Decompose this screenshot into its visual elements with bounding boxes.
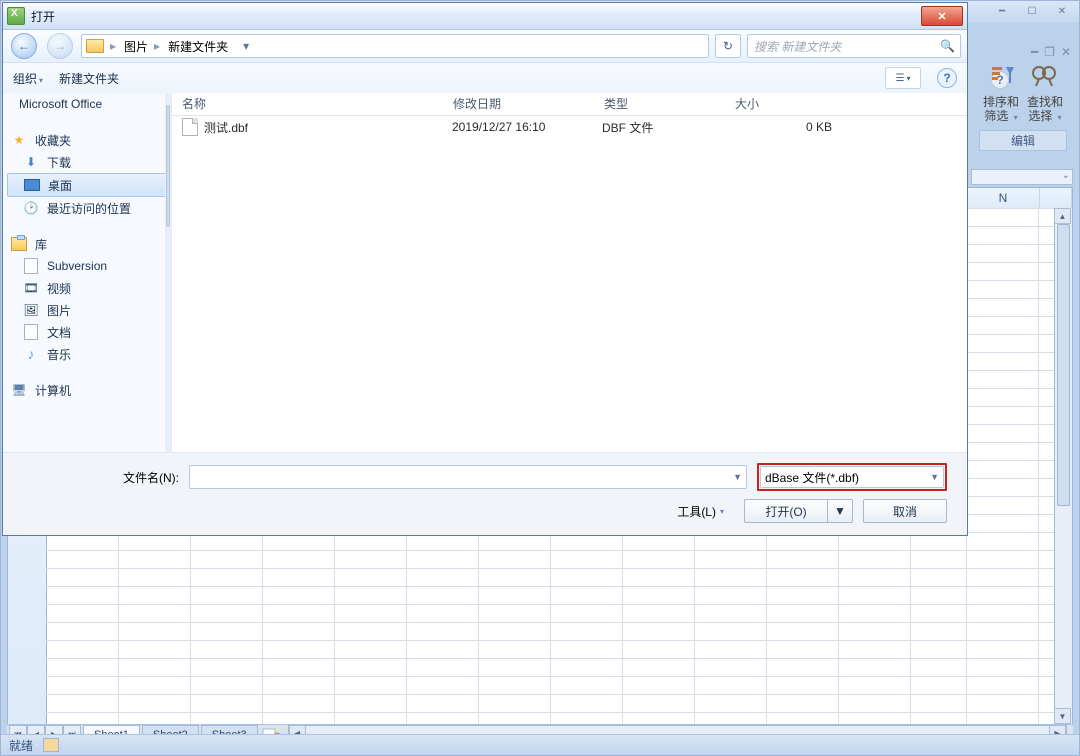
address-bar[interactable]: ▸ 图片▸ 新建文件夹 ▾ <box>81 34 709 58</box>
open-dialog: 打开 ✕ ← → ▸ 图片▸ 新建文件夹 ▾ ↻ 搜索 新建文件夹 🔍 组织▾ … <box>2 2 968 536</box>
doc-close-icon[interactable]: ✕ <box>1061 45 1071 59</box>
file-size: 0 KB <box>722 120 842 134</box>
dialog-title-text: 打开 <box>31 8 55 25</box>
video-icon: 🎞 <box>23 281 39 295</box>
dialog-close-button[interactable]: ✕ <box>921 6 963 26</box>
pictures-icon: 🖼 <box>23 303 39 317</box>
organize-button[interactable]: 组织▾ <box>13 70 43 87</box>
documents-icon <box>23 325 39 339</box>
nav-documents[interactable]: 文档 <box>3 321 171 343</box>
formula-bar-fragment[interactable]: ⌄ <box>971 169 1073 185</box>
col-date[interactable]: 修改日期 <box>443 93 594 115</box>
file-icon <box>182 118 198 136</box>
open-button[interactable]: 打开(O) ▼ <box>744 499 853 523</box>
address-dropdown-icon[interactable]: ▾ <box>236 39 256 53</box>
nav-music[interactable]: ♪音乐 <box>3 343 171 365</box>
file-name: 测试.dbf <box>204 119 248 136</box>
col-type[interactable]: 类型 <box>594 93 725 115</box>
nav-computer[interactable]: 🖥计算机 <box>3 379 171 401</box>
filetype-highlight: dBase 文件(*.dbf)▼ <box>757 463 947 491</box>
search-input[interactable]: 搜索 新建文件夹 🔍 <box>747 34 961 58</box>
star-icon: ★ <box>11 133 27 147</box>
ribbon-editing-group: 排序和 筛选 ▾ 查找和 选择 ▾ 编辑 <box>975 63 1071 151</box>
filetype-filter[interactable]: dBase 文件(*.dbf)▼ <box>760 466 944 488</box>
music-icon: ♪ <box>23 347 39 361</box>
library-icon <box>11 237 27 251</box>
tools-menu[interactable]: 工具(L)▾ <box>677 503 724 520</box>
search-icon: 🔍 <box>940 39 954 53</box>
file-row[interactable]: 测试.dbf 2019/12/27 16:10 DBF 文件 0 KB <box>172 116 967 138</box>
dialog-nav-bar: ← → ▸ 图片▸ 新建文件夹 ▾ ↻ 搜索 新建文件夹 🔍 <box>3 30 967 63</box>
nav-desktop[interactable]: 桌面 <box>7 173 167 197</box>
find-select-label[interactable]: 查找和 选择 ▾ <box>1024 95 1066 124</box>
dialog-titlebar[interactable]: 打开 ✕ <box>3 3 967 30</box>
vertical-scrollbar[interactable]: ▲ ▼ <box>1054 208 1072 724</box>
file-date: 2019/12/27 16:10 <box>442 120 592 134</box>
download-icon: ⬇ <box>23 155 39 169</box>
excel-min-button[interactable]: ━ <box>989 3 1015 20</box>
cancel-button[interactable]: 取消 <box>863 499 947 523</box>
nav-downloads[interactable]: ⬇下载 <box>3 151 171 173</box>
recent-icon: 🕑 <box>23 201 39 215</box>
excel-close-button[interactable]: ✕ <box>1049 3 1075 20</box>
search-placeholder: 搜索 新建文件夹 <box>754 38 841 55</box>
file-type: DBF 文件 <box>592 119 722 136</box>
dialog-footer: 文件名(N): ▼ dBase 文件(*.dbf)▼ 工具(L)▾ 打开(O) … <box>3 452 967 535</box>
nav-scrollbar[interactable] <box>165 93 171 453</box>
sort-filter-label[interactable]: 排序和 筛选 ▾ <box>980 95 1022 124</box>
find-select-icon[interactable] <box>1029 63 1057 91</box>
doc-restore-icon[interactable]: ❐ <box>1044 45 1055 59</box>
nav-fwd-button[interactable]: → <box>45 32 75 60</box>
vscroll-thumb[interactable] <box>1057 224 1070 506</box>
status-ready: 就绪 <box>9 737 33 754</box>
nav-libraries[interactable]: 库 <box>3 233 171 255</box>
svn-icon <box>23 259 39 273</box>
nav-pictures[interactable]: 🖼图片 <box>3 299 171 321</box>
file-columns[interactable]: 名称 修改日期 类型 大小 <box>172 93 967 116</box>
nav-videos[interactable]: 🎞视频 <box>3 277 171 299</box>
macro-record-icon[interactable] <box>43 738 59 752</box>
ribbon-group-label: 编辑 <box>979 130 1067 151</box>
excel-status-bar: 就绪 <box>1 734 1079 755</box>
nav-favorites[interactable]: ★收藏夹 <box>3 129 171 151</box>
nav-office[interactable]: Microsoft Office <box>3 93 171 115</box>
nav-tree[interactable]: Microsoft Office ★收藏夹 ⬇下载 桌面 🕑最近访问的位置 库 … <box>3 93 172 453</box>
scroll-up-icon[interactable]: ▲ <box>1054 208 1071 224</box>
view-mode-button[interactable]: ☰ ▾ <box>885 67 921 89</box>
nav-recent[interactable]: 🕑最近访问的位置 <box>3 197 171 219</box>
filename-label: 文件名(N): <box>123 469 179 486</box>
excel-app-icon <box>7 7 25 25</box>
desktop-icon <box>24 178 40 192</box>
nav-subversion[interactable]: Subversion <box>3 255 171 277</box>
refresh-button[interactable]: ↻ <box>715 34 741 58</box>
scroll-down-icon[interactable]: ▼ <box>1054 708 1071 724</box>
dialog-toolbar: 组织▾ 新建文件夹 ☰ ▾ ? <box>3 63 967 94</box>
col-header-n[interactable]: N <box>967 188 1040 208</box>
col-name[interactable]: 名称 <box>172 93 443 115</box>
new-folder-button[interactable]: 新建文件夹 <box>59 70 119 87</box>
col-size[interactable]: 大小 <box>725 93 846 115</box>
nav-back-button[interactable]: ← <box>9 32 39 60</box>
folder-icon <box>86 39 104 53</box>
dialog-help-icon[interactable]: ? <box>937 68 957 88</box>
excel-max-button[interactable]: ☐ <box>1019 3 1045 20</box>
computer-icon: 🖥 <box>11 383 27 397</box>
doc-min-icon[interactable]: ━ <box>1031 45 1038 59</box>
filename-input[interactable]: ▼ <box>189 465 747 489</box>
file-list[interactable]: 名称 修改日期 类型 大小 测试.dbf 2019/12/27 16:10 DB… <box>172 93 967 453</box>
excel-doc-window-controls: ━ ❐ ✕ <box>1031 45 1071 59</box>
open-dropdown-icon[interactable]: ▼ <box>827 499 853 523</box>
breadcrumb-0[interactable]: 图片 <box>124 38 148 55</box>
breadcrumb-1[interactable]: 新建文件夹 <box>168 38 228 55</box>
sort-filter-icon[interactable] <box>989 63 1017 91</box>
